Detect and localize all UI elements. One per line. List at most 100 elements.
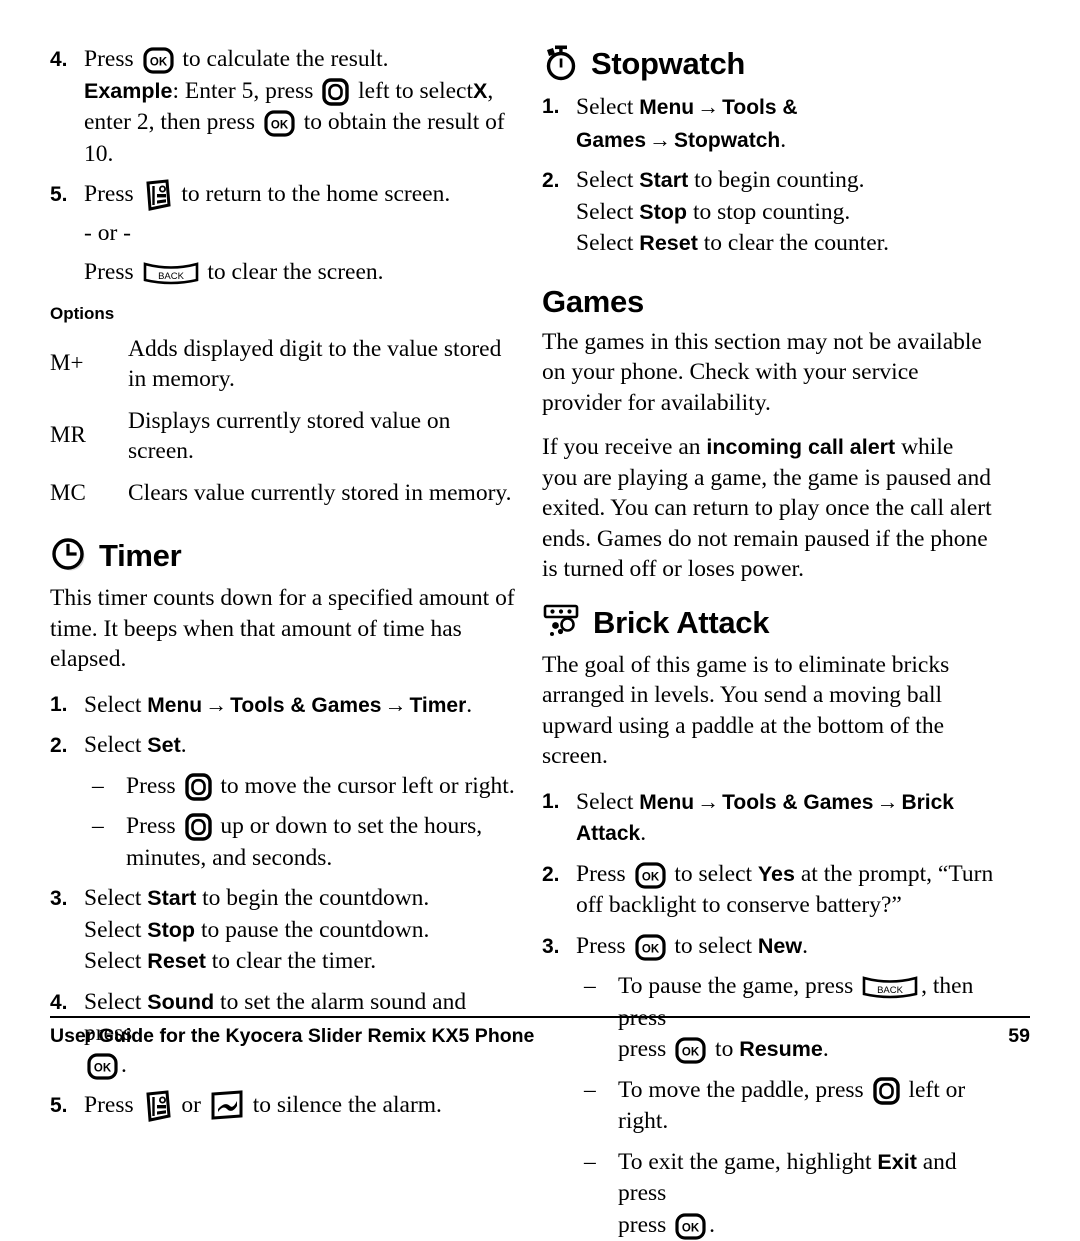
list-marker: 5.: [50, 1090, 84, 1122]
step-text: Press: [84, 46, 134, 72]
list-content: Select Start to begin the countdown. Sel…: [84, 883, 520, 978]
list-marker: 2.: [50, 730, 84, 762]
list-content: Select Menu→Tools & Games→Brick Attack.: [576, 786, 994, 850]
step-text: To pause the game, press: [618, 973, 853, 999]
navigation-key-icon: [185, 773, 212, 801]
arrow-icon: →: [694, 94, 722, 119]
list-item: – Press up or down to set the hours, min…: [92, 811, 520, 874]
ok-line: press OK .: [618, 1210, 994, 1241]
step-text: to begin the countdown.: [202, 885, 429, 911]
ok-key-icon: OK: [87, 1053, 118, 1080]
page-footer: User Guide for the Kyocera Slider Remix …: [50, 1016, 1030, 1048]
list-marker: –: [92, 771, 126, 803]
list-item: 4. Press OK to calculate the result. Exa…: [50, 44, 520, 170]
brick-attack-heading: Brick Attack: [542, 603, 994, 641]
list-marker: 2.: [542, 165, 576, 260]
list-content: Press OK to calculate the result. Exampl…: [84, 44, 520, 170]
list-marker: 1.: [542, 91, 576, 156]
step-text: to clear the screen.: [207, 259, 383, 285]
back-key-icon: BACK: [143, 261, 199, 286]
table-row: MR Displays currently stored value on sc…: [50, 406, 520, 466]
games-paragraph-1: The games in this section may not be ava…: [542, 327, 994, 419]
svg-text:OK: OK: [682, 1222, 700, 1234]
step-text: Press: [84, 181, 134, 207]
period: .: [802, 933, 808, 959]
list-content: Press to move the cursor left or right.: [126, 771, 520, 803]
ok-key-icon: OK: [143, 47, 174, 74]
step-text: Press: [576, 933, 626, 959]
ui-label: Exit: [877, 1150, 916, 1174]
brick-attack-icon: [542, 603, 582, 641]
list-item: 2. Select Set.: [50, 730, 520, 762]
step-text: Press: [126, 773, 176, 799]
stop-line: Select Stop to pause the countdown.: [84, 915, 520, 947]
list-item: 2. Select Start to begin counting. Selec…: [542, 165, 994, 260]
list-item: – To move the paddle, press left or righ…: [584, 1075, 994, 1138]
manual-page: 4. Press OK to calculate the result. Exa…: [0, 0, 1080, 1080]
list-item: 5. Press to return to the home screen. -…: [50, 179, 520, 288]
step-text: to pause the countdown.: [201, 917, 429, 943]
list-marker: –: [584, 1075, 618, 1138]
back-key-icon: BACK: [862, 975, 918, 1000]
step-text: Press: [84, 1092, 134, 1118]
right-column: Stopwatch 1. Select Menu→Tools & Games→S…: [542, 44, 994, 1009]
two-column-layout: 4. Press OK to calculate the result. Exa…: [50, 44, 1030, 1009]
list-item: 3. Select Start to begin the countdown. …: [50, 883, 520, 978]
list-item: – To exit the game, highlight Exit and p…: [584, 1147, 994, 1241]
example-text: left to select: [358, 78, 473, 104]
step-text: Select: [84, 885, 141, 911]
list-marker: 3.: [50, 883, 84, 978]
end-key-icon: [143, 179, 173, 211]
list-marker: 1.: [50, 689, 84, 722]
step-text: up or down to set the hours, minutes, an…: [126, 813, 482, 871]
period: .: [640, 820, 646, 846]
list-marker: 5.: [50, 179, 84, 288]
example-bold: X: [473, 79, 487, 103]
svg-text:OK: OK: [682, 1046, 700, 1058]
step-text: to clear the timer.: [212, 948, 376, 974]
period: .: [121, 1052, 127, 1078]
left-column: 4. Press OK to calculate the result. Exa…: [50, 44, 520, 1009]
option-description: Clears value currently stored in memory.: [128, 478, 520, 508]
step-text: to calculate the result.: [182, 46, 388, 72]
example-line: Example: Enter 5, press left to selectX,…: [84, 76, 520, 171]
step-text: Press: [576, 861, 626, 887]
list-marker: –: [92, 811, 126, 874]
ui-label: Reset: [147, 949, 206, 973]
list-item: 5. Press or to silence the alarm.: [50, 1090, 520, 1122]
step-text: Select: [84, 917, 141, 943]
brick-attack-intro: The goal of this game is to eliminate br…: [542, 650, 994, 772]
option-key: M+: [50, 334, 128, 394]
ui-label: Stop: [147, 918, 195, 942]
footer-title: User Guide for the Kyocera Slider Remix …: [50, 1025, 534, 1048]
step-text: Select: [84, 948, 141, 974]
list-content: Select Menu→Tools & Games→Stopwatch.: [576, 91, 994, 156]
step-text: Select: [576, 94, 633, 120]
period: .: [780, 127, 786, 153]
option-key: MC: [50, 478, 128, 508]
games-heading: Games: [542, 284, 994, 318]
list-item: 2. Press OK to select Yes at the prompt,…: [542, 859, 994, 922]
step-text: to silence the alarm.: [253, 1092, 442, 1118]
arrow-icon: →: [646, 127, 674, 152]
stop-line: Select Stop to stop counting.: [576, 197, 994, 229]
ok-key-icon: OK: [675, 1213, 706, 1240]
list-content: Press to return to the home screen. - or…: [84, 179, 520, 288]
svg-text:OK: OK: [94, 1062, 112, 1074]
navigation-key-icon: [873, 1077, 900, 1105]
reset-line: Select Reset to clear the timer.: [84, 946, 520, 978]
svg-text:OK: OK: [271, 119, 289, 131]
ok-key-icon: OK: [635, 934, 666, 961]
step-text: to begin counting.: [694, 167, 864, 193]
list-content: Press OK to select Yes at the prompt, “T…: [576, 859, 994, 922]
ui-label: Start: [147, 886, 196, 910]
list-marker: 2.: [542, 859, 576, 922]
menu-path-item: Menu: [147, 694, 202, 717]
paragraph-text: If you receive an: [542, 434, 701, 460]
svg-text:OK: OK: [149, 56, 167, 68]
start-line: Select Start to begin the countdown.: [84, 883, 520, 915]
list-content: Press OK to select New.: [576, 931, 994, 963]
step-text: To move the paddle, press: [618, 1077, 864, 1103]
arrow-icon: →: [873, 789, 901, 814]
press-text: press: [618, 1212, 666, 1238]
